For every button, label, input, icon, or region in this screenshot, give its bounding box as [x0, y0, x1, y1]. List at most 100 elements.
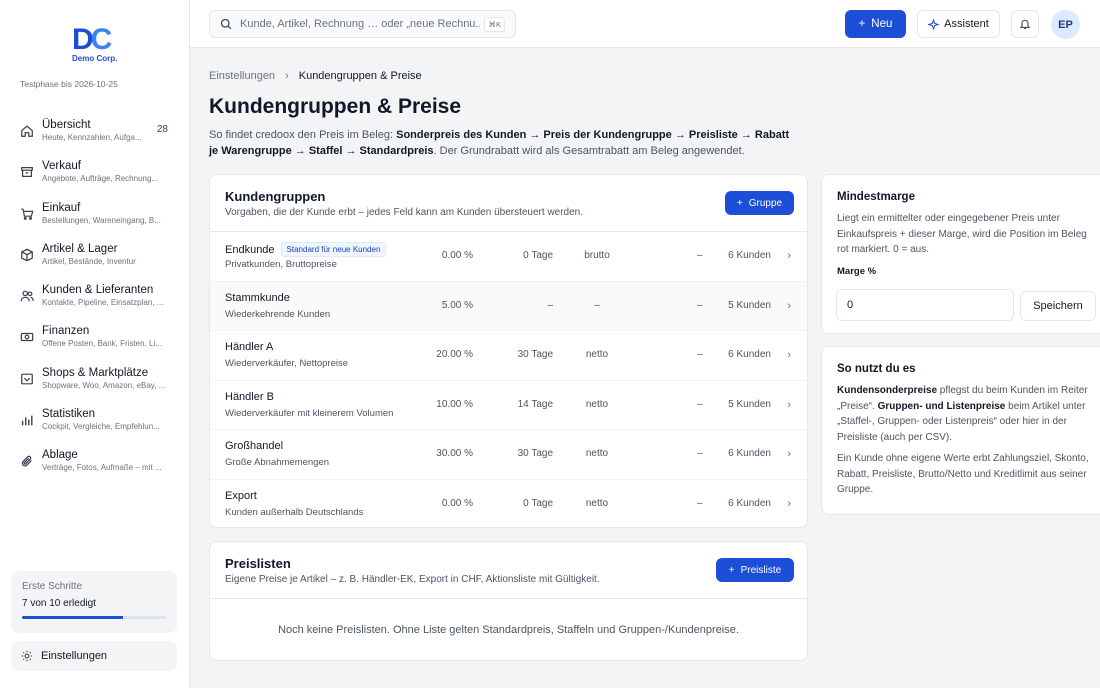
search-input[interactable]	[240, 18, 480, 30]
nav-title: Finanzen	[42, 325, 90, 338]
nav-item-customers[interactable]: Kunden & Lieferanten Kontakte, Pipeline, …	[14, 278, 182, 319]
nav-title: Übersicht	[42, 119, 91, 131]
add-group-label: Gruppe	[748, 197, 783, 209]
nav-sub: Artikel, Bestände, Inventur	[42, 256, 136, 266]
group-price-mode: netto	[585, 349, 609, 360]
assistant-button[interactable]: Assistent	[917, 10, 1000, 38]
add-group-button[interactable]: + Gruppe	[725, 191, 794, 215]
group-customer-count: 5 Kunden	[728, 299, 771, 311]
nav-title: Statistiken	[42, 408, 96, 421]
margin-label: Marge %	[837, 265, 877, 277]
customer-group-row[interactable]: Händler B Wiederverkäufer mit kleinerem V…	[210, 381, 807, 430]
plus-icon: +	[858, 18, 866, 30]
group-description: Wiederkehrende Kunden	[225, 308, 331, 320]
group-payment-days: 30 Tage	[517, 349, 553, 360]
min-margin-card: Mindestmarge Liegt ein ermittelter oder …	[821, 174, 1100, 334]
group-price-mode: netto	[585, 448, 609, 459]
desc-intro: So findet credoox den Preis im Beleg:	[209, 129, 397, 141]
usage-bold-1: Kundensonderpreise	[837, 385, 938, 396]
nav-item-storage[interactable]: Ablage Verträge, Fotos, Aufmaße – mit ...	[14, 443, 182, 484]
min-margin-title: Mindestmarge	[837, 191, 915, 203]
users-icon	[20, 290, 34, 302]
topbar: ⌘K + Neu Assistent EP	[190, 0, 1100, 48]
group-price-mode: –	[594, 299, 600, 311]
plus-icon: +	[728, 564, 735, 576]
onboarding-steps[interactable]: Erste Schritte 7 von 10 erledigt	[11, 571, 177, 633]
add-pricelist-button[interactable]: + Preisliste	[716, 558, 794, 582]
settings-label: Einstellungen	[41, 650, 108, 662]
logo-mark: DC	[72, 23, 120, 56]
group-name-text: Händler A	[225, 341, 274, 353]
chevron-right-icon: ›	[787, 398, 791, 411]
group-description: Wiederverkäufer, Nettopreise	[225, 358, 349, 369]
group-description: Große Abnahmemengen	[225, 457, 330, 468]
nav-item-shops[interactable]: Shops & Marktplätze Shopware, Woo, Amazon…	[14, 361, 182, 402]
group-pricelist: –	[697, 299, 703, 311]
nav-item-sales[interactable]: Verkauf Angebote, Aufträge, Rechnung...	[14, 154, 182, 195]
group-customer-count: 6 Kunden	[728, 448, 771, 459]
group-name-text: Export	[225, 489, 257, 502]
save-margin-button[interactable]: Speichern	[1020, 291, 1096, 321]
nav-sub: Heute, Kennzahlen, Aufga...	[42, 133, 142, 142]
chevron-right-icon: ›	[787, 250, 791, 262]
group-pricelist: –	[697, 250, 703, 261]
customer-groups-card: Kundengruppen Vorgaben, die der Kunde er…	[209, 174, 808, 528]
archive-icon	[21, 167, 33, 178]
nav-title: Kunden & Lieferanten	[42, 284, 154, 297]
plus-icon: +	[736, 197, 743, 209]
desc-tail: . Der Grundrabatt wird als Gesamtrabatt …	[433, 145, 745, 157]
group-payment-days: 0 Tage	[523, 497, 553, 509]
nav-item-finance[interactable]: Finanzen Offene Posten, Bank, Fristen, Li…	[14, 319, 182, 360]
usage-paragraph-2: Ein Kunde ohne eigene Werte erbt Zahlung…	[837, 453, 1089, 495]
chevron-right-icon: ›	[787, 497, 791, 510]
group-description: Kunden außerhalb Deutschlands	[225, 506, 364, 518]
logo-letter-c: C	[90, 23, 113, 56]
page-description: So findet credoox den Preis im Beleg: So…	[209, 127, 799, 159]
group-name: Stammkunde	[225, 292, 290, 304]
nav-title: Verkauf	[42, 160, 81, 173]
breadcrumb-parent[interactable]: Einstellungen	[209, 70, 275, 82]
box-icon	[21, 248, 33, 262]
customer-group-row[interactable]: Export Kunden außerhalb Deutschlands 0.00 …	[210, 480, 807, 530]
group-price-mode: netto	[585, 497, 609, 509]
logo-company: Demo Corp.	[72, 54, 118, 63]
sidebar: DC Demo Corp. Testphase bis 2026-10-25 Ü…	[0, 0, 190, 688]
new-button[interactable]: + Neu	[845, 10, 906, 38]
steps-progress-bar	[22, 616, 166, 619]
steps-progress-fill	[22, 616, 123, 619]
customer-group-row[interactable]: Stammkunde Wiederkehrende Kunden 5.00 % – – –…	[210, 281, 807, 331]
nav-sub: Angebote, Aufträge, Rechnung...	[42, 174, 159, 184]
nav-item-overview[interactable]: Übersicht Heute, Kennzahlen, Aufga... 28	[14, 113, 182, 154]
chart-icon	[21, 415, 33, 426]
cash-icon	[20, 333, 34, 342]
group-discount: 0.00 %	[441, 497, 473, 509]
cart-icon	[21, 208, 34, 220]
group-customer-count: 5 Kunden	[728, 398, 771, 410]
nav-item-items[interactable]: Artikel & Lager Artikel, Bestände, Invent…	[14, 237, 182, 278]
nav-item-settings[interactable]: Einstellungen	[11, 641, 177, 671]
search-shortcut: ⌘K	[484, 17, 505, 32]
avatar[interactable]: EP	[1051, 10, 1080, 39]
customer-groups-title: Kundengruppen	[225, 189, 326, 204]
customer-group-row[interactable]: Großhandel Große Abnahmemengen 30.00 % 30 T…	[210, 430, 807, 480]
steps-title: Erste Schritte	[22, 581, 83, 592]
group-pricelist: –	[697, 448, 703, 459]
logo-letter-d: D	[72, 23, 94, 56]
group-payment-days: 14 Tage	[517, 398, 553, 410]
logo[interactable]: DC Demo Corp.	[72, 23, 120, 66]
usage-card: So nutzt du es Kundensonderpreise pflegs…	[821, 346, 1100, 515]
nav-item-statistics[interactable]: Statistiken Cockpit, Vergleiche, Empfehlu…	[14, 402, 182, 443]
customer-groups-subtitle: Vorgaben, die der Kunde erbt – jedes Fel…	[225, 207, 584, 218]
group-name: Händler A	[225, 341, 273, 353]
nav-title: Shops & Marktplätze	[42, 366, 149, 379]
chevron-right-icon: ›	[787, 349, 791, 361]
nav-sub: Shopware, Woo, Amazon, eBay, ...	[42, 380, 166, 390]
margin-input[interactable]	[836, 289, 1014, 321]
group-name-text: Endkunde	[225, 243, 275, 256]
customer-group-row[interactable]: Händler A Wiederverkäufer, Nettopreise 20.…	[210, 331, 807, 381]
notifications-button[interactable]	[1011, 10, 1039, 38]
customer-group-row[interactable]: Endkunde Standard für neue Kunden Privatku…	[210, 232, 807, 282]
search-box[interactable]: ⌘K	[209, 10, 516, 38]
nav-title: Artikel & Lager	[42, 242, 118, 255]
nav-item-purchase[interactable]: Einkauf Bestellungen, Wareneingang, B...	[14, 196, 182, 237]
